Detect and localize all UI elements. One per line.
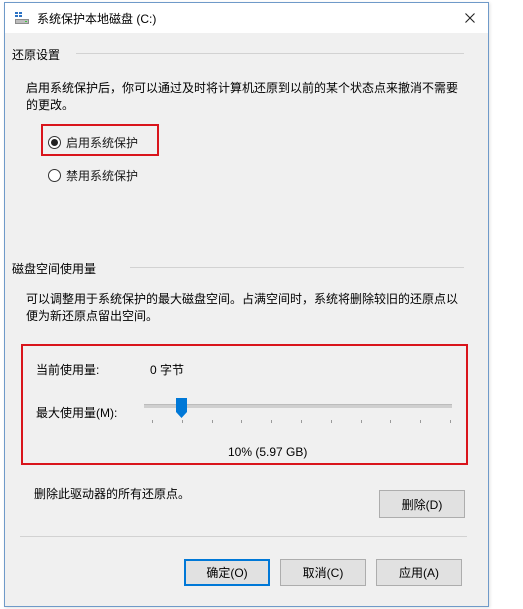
enable-protection-radio-row[interactable]: 启用系统保护 — [48, 133, 138, 151]
restore-settings-divider — [76, 53, 464, 54]
disable-protection-radio-row[interactable]: 禁用系统保护 — [48, 166, 138, 184]
footer-divider — [20, 536, 467, 537]
cancel-button[interactable]: 取消(C) — [280, 559, 366, 586]
delete-restore-points-text: 删除此驱动器的所有还原点。 — [34, 487, 191, 501]
slider-tick — [330, 420, 332, 423]
drive-icon — [15, 12, 29, 24]
max-usage-slider-track[interactable] — [144, 404, 452, 408]
current-usage-value: 0 字节 — [150, 363, 185, 377]
apply-button[interactable]: 应用(A) — [376, 559, 462, 586]
max-usage-slider-thumb[interactable] — [176, 398, 188, 418]
max-usage-readout: 10% (5.97 GB) — [228, 445, 308, 459]
slider-tick — [301, 420, 302, 423]
disk-usage-heading: 磁盘空间使用量 — [12, 262, 97, 276]
slider-tick — [450, 420, 451, 423]
enable-protection-label: 启用系统保护 — [66, 135, 139, 150]
slider-tick — [181, 420, 183, 423]
close-button[interactable] — [458, 7, 482, 29]
disable-protection-radio[interactable] — [48, 168, 61, 182]
current-usage-label: 当前使用量: — [36, 363, 100, 377]
disk-usage-divider — [130, 267, 464, 268]
disable-protection-label: 禁用系统保护 — [66, 168, 139, 183]
slider-tick — [360, 420, 362, 423]
slider-tick — [241, 420, 243, 423]
disk-usage-description: 可以调整用于系统保护的最大磁盘空间。占满空间时，系统将删除较旧的还原点以便为新还… — [26, 292, 459, 323]
slider-tick — [390, 420, 392, 423]
max-usage-label: 最大使用量(M): — [36, 406, 118, 420]
slider-tick — [271, 420, 273, 423]
slider-tick — [152, 420, 153, 423]
ok-button[interactable]: 确定(O) — [184, 559, 270, 586]
close-icon — [465, 13, 475, 23]
slider-tick — [211, 420, 213, 423]
restore-settings-heading: 还原设置 — [12, 48, 61, 62]
delete-button[interactable]: 删除(D) — [379, 490, 465, 518]
slider-tick — [420, 420, 422, 423]
restore-settings-description: 启用系统保护后，你可以通过及时将计算机还原到以前的某个状态点来撤消不需要的更改。 — [26, 81, 459, 112]
window-title: 系统保护本地磁盘 (C:) — [37, 12, 157, 26]
title-bar: 系统保护本地磁盘 (C:) — [5, 3, 488, 33]
enable-protection-radio[interactable] — [48, 135, 61, 149]
